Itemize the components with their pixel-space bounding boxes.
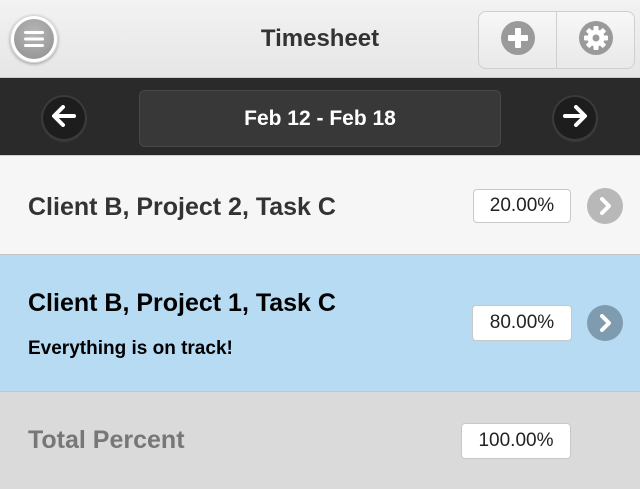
week-range-label: Feb 12 - Feb 18 [244,106,396,130]
timesheet-entry[interactable]: Client B, Project 2, Task C 20.00% [0,155,640,255]
entry-title: Client B, Project 1, Task C [28,289,336,317]
previous-week-button[interactable] [41,95,87,141]
entry-note: Everything is on track! [28,338,233,359]
next-week-button[interactable] [552,95,598,141]
week-range-button[interactable]: Feb 12 - Feb 18 [139,90,501,147]
entry-percent[interactable]: 80.00% [472,305,572,341]
app-header: Timesheet [0,0,640,78]
entry-percent[interactable]: 20.00% [473,189,571,223]
add-button[interactable] [479,12,556,68]
arrow-right-icon [563,104,587,132]
week-navigation-bar: Feb 12 - Feb 18 [0,78,640,155]
total-label: Total Percent [28,426,185,454]
gear-icon [578,20,614,61]
chevron-right-icon[interactable] [587,188,623,224]
header-actions [478,11,635,69]
settings-button[interactable] [556,12,634,68]
plus-circle-icon [500,20,536,61]
chevron-right-icon[interactable] [587,305,623,341]
entry-title: Client B, Project 2, Task C [28,193,336,221]
arrow-left-icon [52,104,76,132]
timesheet-entry-selected[interactable]: Client B, Project 1, Task C Everything i… [0,255,640,392]
total-row: Total Percent 100.00% [0,392,640,489]
total-percent: 100.00% [461,423,571,459]
